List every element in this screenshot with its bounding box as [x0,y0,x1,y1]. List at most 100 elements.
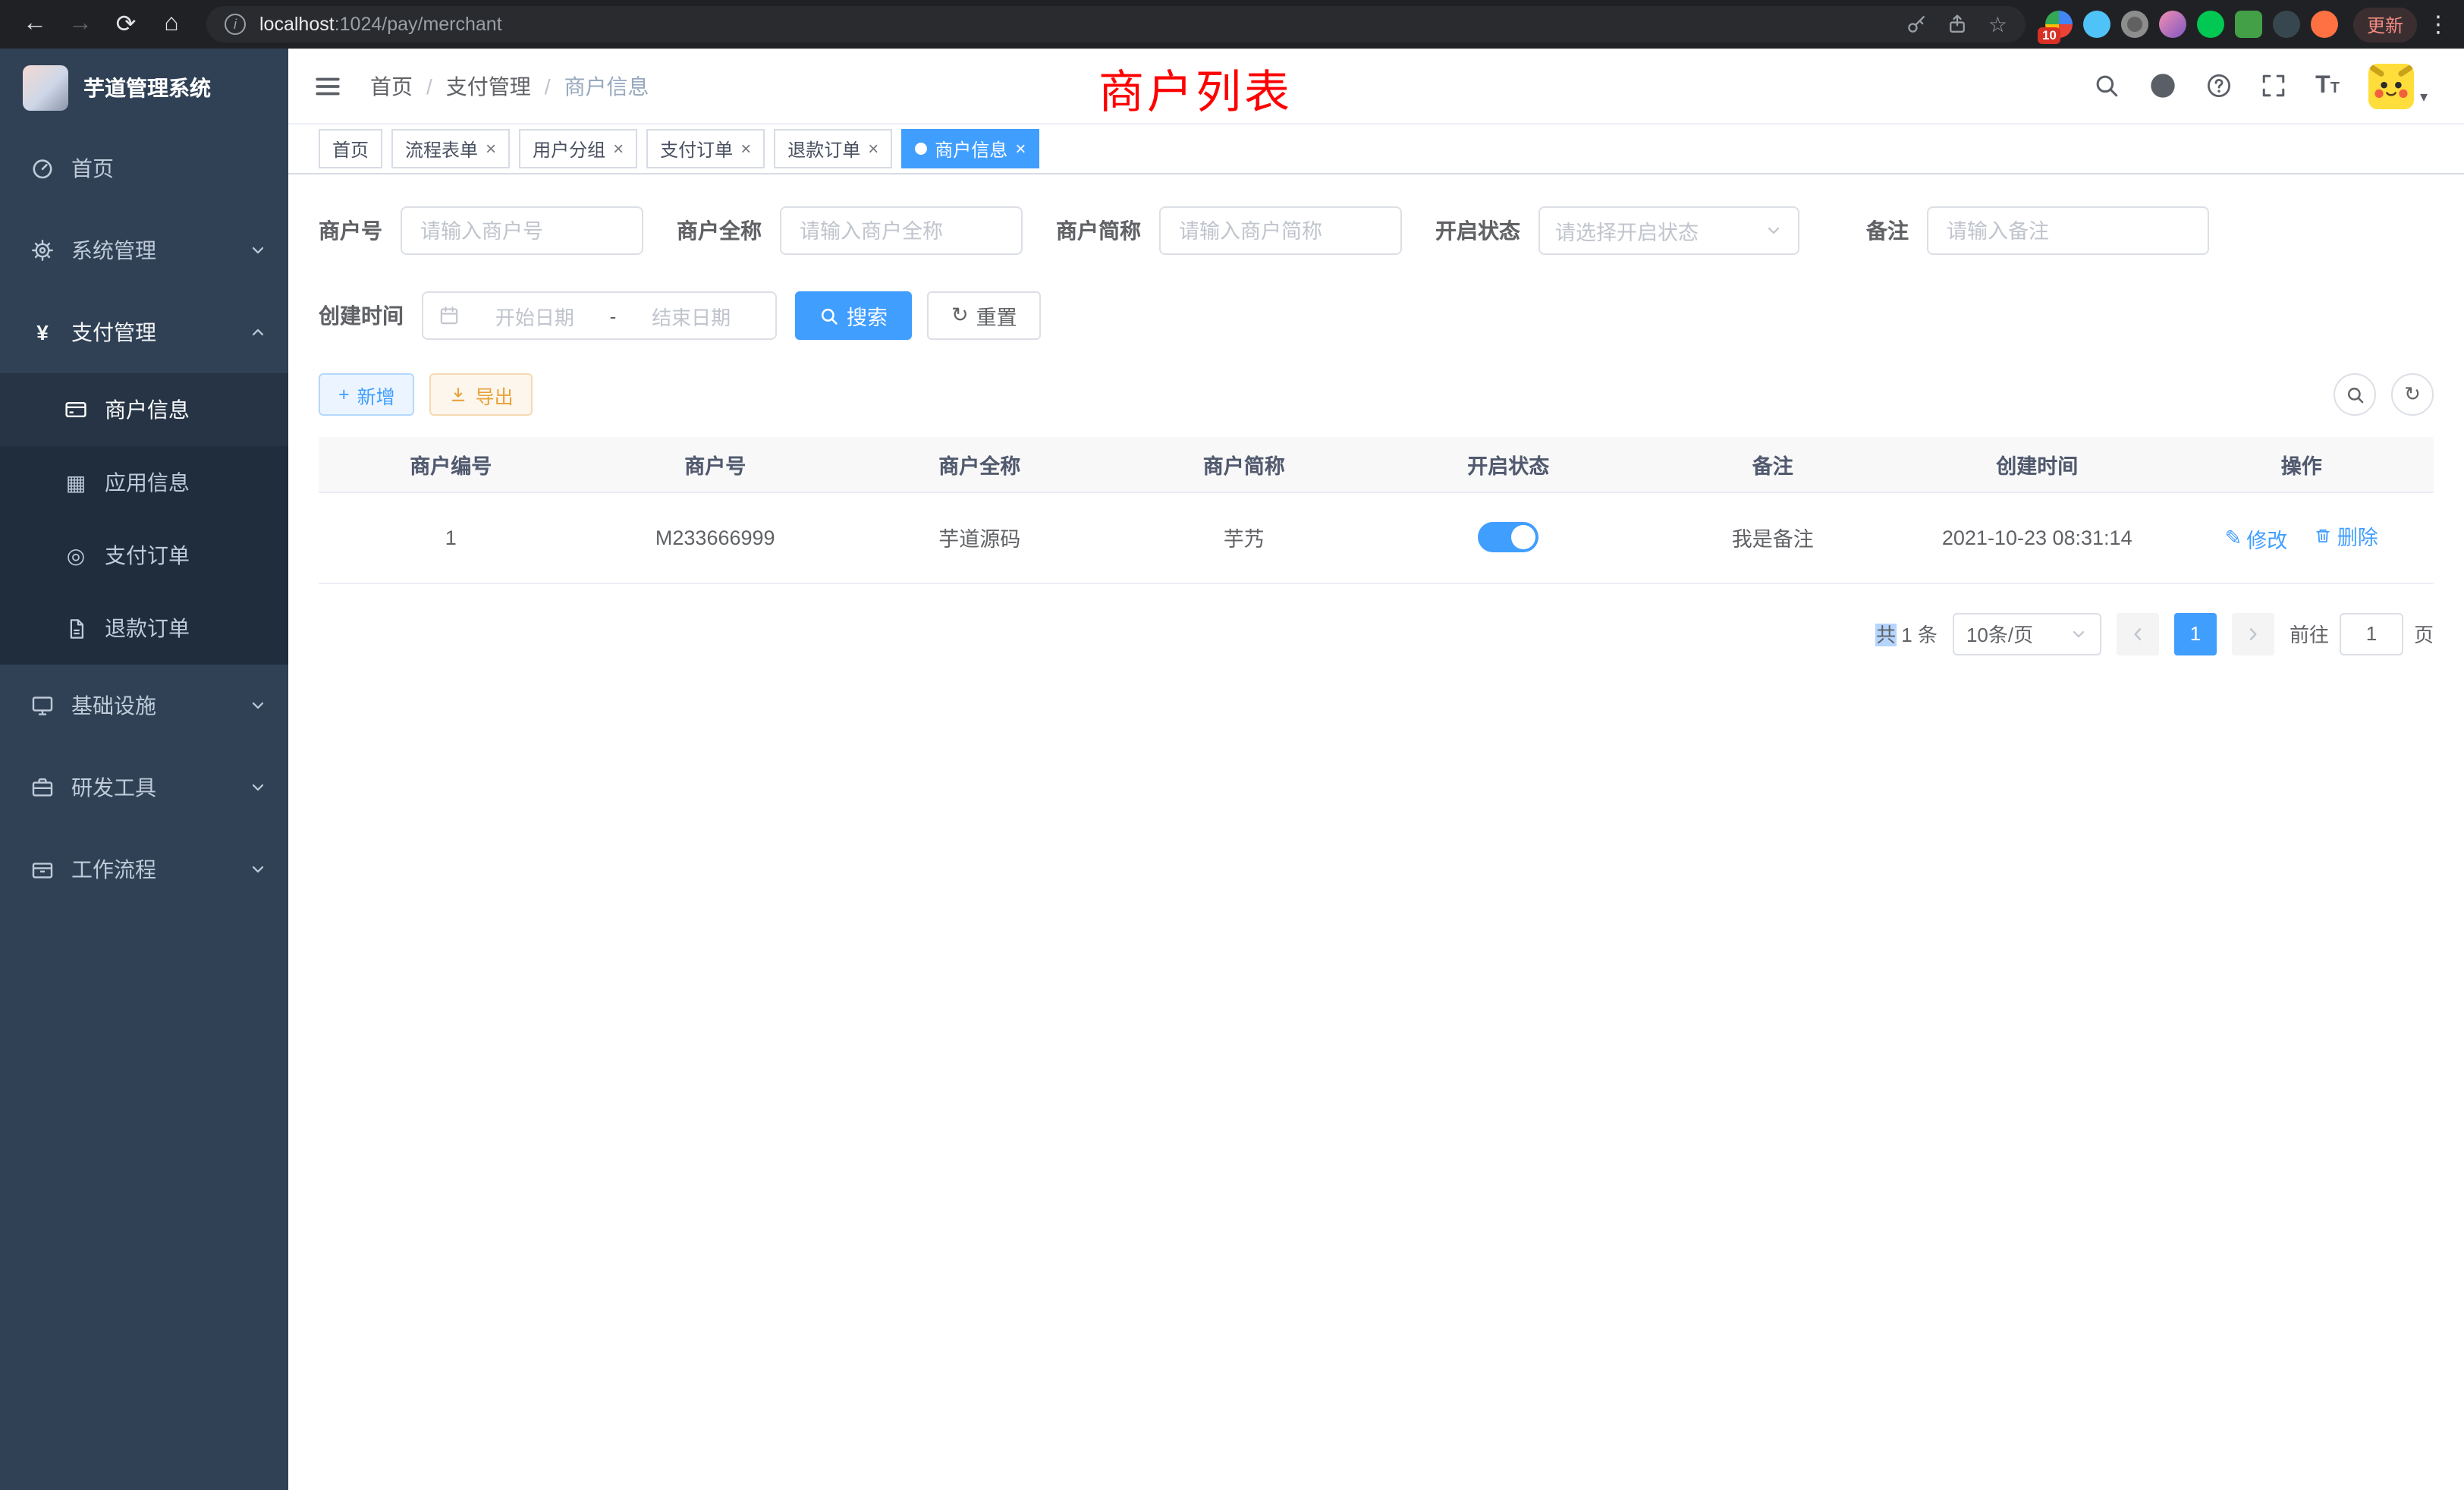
close-icon[interactable]: × [740,140,751,158]
tab-home[interactable]: 首页 [319,129,382,168]
refresh-table-button[interactable]: ↻ [2391,373,2434,416]
sidebar-item-label: 退款订单 [105,613,190,643]
trash-icon [2315,527,2333,545]
sidebar-item-label: 支付订单 [105,540,190,571]
status-select[interactable]: 请选择开启状态 [1538,206,1799,255]
grid-icon: ▦ [64,470,88,495]
sidebar-item-infrastructure[interactable]: 基础设施 [0,665,288,747]
extension-icon-3[interactable] [2121,11,2148,38]
tab-merchant-info[interactable]: 商户信息× [901,129,1039,168]
app-logo[interactable]: 芋道管理系统 [0,49,288,127]
tab-refund-order[interactable]: 退款订单× [774,129,892,168]
top-navbar: 首页 / 支付管理 / 商户信息 TT ▾ [288,49,2464,124]
add-button[interactable]: + 新增 [319,373,415,416]
close-icon[interactable]: × [613,140,624,158]
close-icon[interactable]: × [486,140,496,158]
user-menu[interactable]: ▾ [2368,63,2428,108]
fullscreen-icon[interactable] [2261,73,2286,99]
browser-home-button[interactable]: ⌂ [149,3,194,46]
help-icon[interactable] [2206,73,2232,99]
yen-icon: ¥ [30,320,55,344]
reset-button[interactable]: ↻ 重置 [927,291,1042,340]
next-page-button[interactable] [2232,612,2274,655]
merchant-name-input[interactable] [780,206,1023,255]
extension-icon-8[interactable] [2311,11,2338,38]
close-icon[interactable]: × [868,140,878,158]
cell-remark: 我是备注 [1641,492,1906,583]
merchant-table: 商户编号 商户号 商户全称 商户简称 开启状态 备注 创建时间 操作 1 [319,437,2434,583]
collapse-sidebar-icon[interactable] [313,71,343,101]
filter-row-2: 创建时间 开始日期 - 结束日期 搜索 ↻ 重置 [319,291,2434,340]
export-button[interactable]: 导出 [430,373,533,416]
extension-icon-4[interactable] [2159,11,2186,38]
navbar-actions: TT ▾ [2094,63,2428,108]
sidebar-menu: 首页 系统管理 ¥ 支付管理 商户信息 [0,127,288,910]
extension-icon-2[interactable] [2083,11,2110,38]
sidebar-item-system[interactable]: 系统管理 [0,209,288,291]
extension-icon-6[interactable] [2235,11,2262,38]
plus-icon: + [338,385,350,404]
active-dot [915,143,927,155]
column-header: 商户全称 [847,437,1112,492]
bookmark-star-icon[interactable]: ☆ [1988,11,2007,37]
toggle-search-button[interactable] [2334,373,2376,416]
extension-icon-1[interactable]: 10 [2045,11,2073,38]
caret-down-icon: ▾ [2420,89,2428,105]
share-icon[interactable] [1947,14,1969,35]
tabs-bar: 首页 流程表单× 用户分组× 支付订单× 退款订单× 商户信息× [288,124,2464,174]
search-button[interactable]: 搜索 [795,291,912,340]
date-range-picker[interactable]: 开始日期 - 结束日期 [422,291,777,340]
font-size-icon[interactable]: TT [2315,74,2340,98]
browser-forward-button[interactable]: → [58,3,103,46]
browser-back-button[interactable]: ← [12,3,58,46]
table-header-row: 商户编号 商户号 商户全称 商户简称 开启状态 备注 创建时间 操作 [319,437,2434,492]
merchant-no-input[interactable] [401,206,643,255]
chevron-down-icon [1765,222,1783,240]
sidebar-item-refund-order[interactable]: 退款订单 [0,592,288,665]
chevron-down-icon [249,696,267,715]
sidebar-item-pay-order[interactable]: ◎ 支付订单 [0,519,288,592]
tab-pay-order[interactable]: 支付订单× [646,129,765,168]
delete-link[interactable]: 删除 [2315,520,2378,551]
info-icon[interactable]: i [225,14,246,35]
sidebar-item-home[interactable]: 首页 [0,127,288,209]
browser-menu-icon[interactable]: ⋮ [2425,11,2452,38]
right-tools: ↻ [2334,373,2434,416]
pagination: 共 1 条 10条/页 1 前往 页 [319,612,2434,655]
tab-user-group[interactable]: 用户分组× [519,129,637,168]
key-icon[interactable] [1906,14,1928,35]
sidebar-item-app-info[interactable]: ▦ 应用信息 [0,446,288,519]
cell-id: 1 [319,492,583,583]
sidebar-item-label: 支付管理 [71,317,156,347]
current-page[interactable]: 1 [2174,612,2217,655]
sidebar-item-merchant-info[interactable]: 商户信息 [0,373,288,446]
cell-create-time: 2021-10-23 08:31:14 [1905,492,2170,583]
close-icon[interactable]: × [1015,140,1026,158]
address-bar[interactable]: i localhost:1024/pay/merchant ☆ [206,6,2026,42]
browser-reload-button[interactable]: ⟳ [103,3,149,46]
browser-update-button[interactable]: 更新 [2353,7,2417,42]
sidebar-item-workflow[interactable]: 工作流程 [0,828,288,910]
merchant-short-input[interactable] [1159,206,1402,255]
edit-link[interactable]: ✎ 修改 [2225,523,2288,554]
goto-page-input[interactable] [2340,612,2403,655]
prev-page-button[interactable] [2117,612,2159,655]
breadcrumb-home[interactable]: 首页 [370,71,413,101]
box-icon [30,857,55,882]
search-icon[interactable] [2094,73,2120,99]
cell-full-name: 芋道源码 [847,492,1112,583]
extension-icon-5[interactable] [2197,11,2224,38]
github-icon[interactable] [2148,71,2177,100]
extension-icon-7[interactable] [2273,11,2300,38]
sidebar-item-label: 基础设施 [71,690,156,721]
breadcrumb-payment[interactable]: 支付管理 [446,71,531,101]
remark-input[interactable] [1927,206,2209,255]
tab-process-form[interactable]: 流程表单× [391,129,510,168]
column-header: 操作 [2170,437,2434,492]
table-toolbar: + 新增 导出 ↻ [319,373,2434,416]
sidebar-item-payment[interactable]: ¥ 支付管理 [0,291,288,373]
status-toggle[interactable] [1478,522,1538,552]
sidebar-item-dev-tools[interactable]: 研发工具 [0,747,288,828]
logo-avatar [23,65,68,111]
page-size-select[interactable]: 10条/页 [1953,612,2101,655]
